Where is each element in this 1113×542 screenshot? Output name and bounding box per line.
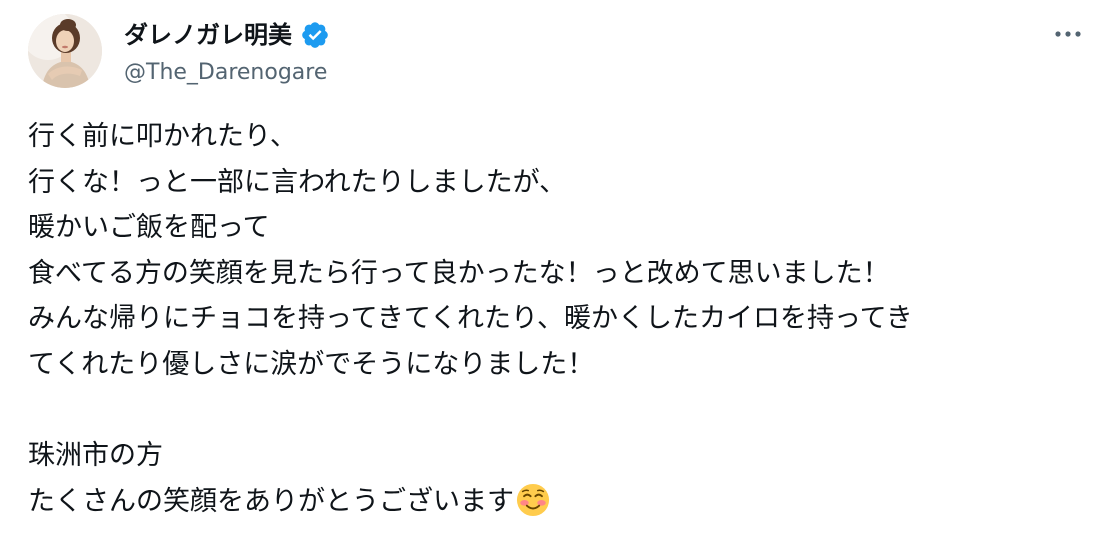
tweet-line-last: たくさんの笑顔をありがとうございます [28,479,1098,525]
more-options-icon[interactable] [1051,22,1085,46]
name-row: ダレノガレ明美 [124,18,330,52]
tweet-text: 行く前に叩かれたり、 行くな！っと一部に言われたりしましたが、 暖かいご飯を配っ… [28,114,1098,524]
tweet-line: 行くな！っと一部に言われたりしましたが、 [28,166,567,198]
display-name[interactable]: ダレノガレ明美 [124,18,292,52]
tweet-line: 行く前に叩かれたり、 [28,121,297,152]
tweet-line: みんな帰りにチョコを持ってきてくれたり、暖かくしたカイロを持ってき [28,303,913,335]
tweet-header: ダレノガレ明美 @The_Darenogare [28,14,1093,94]
tweet-line: 珠洲市の方 [28,440,163,472]
user-handle[interactable]: @The_Darenogare [124,58,327,88]
avatar[interactable] [28,14,102,88]
smiling-face-blushing-icon [516,483,550,517]
profile-photo [28,14,102,88]
tweet-line: てくれたり優しさに涙がでそうになりました！ [28,348,595,380]
tweet-line: 暖かいご飯を配って [28,212,270,244]
tweet-line: 食べてる方の笑顔を見たら行って良かったな！っと改めて思いました！ [28,257,890,289]
tweet-line-text: たくさんの笑顔をありがとうございます [28,485,514,517]
verified-badge-icon [300,20,330,50]
